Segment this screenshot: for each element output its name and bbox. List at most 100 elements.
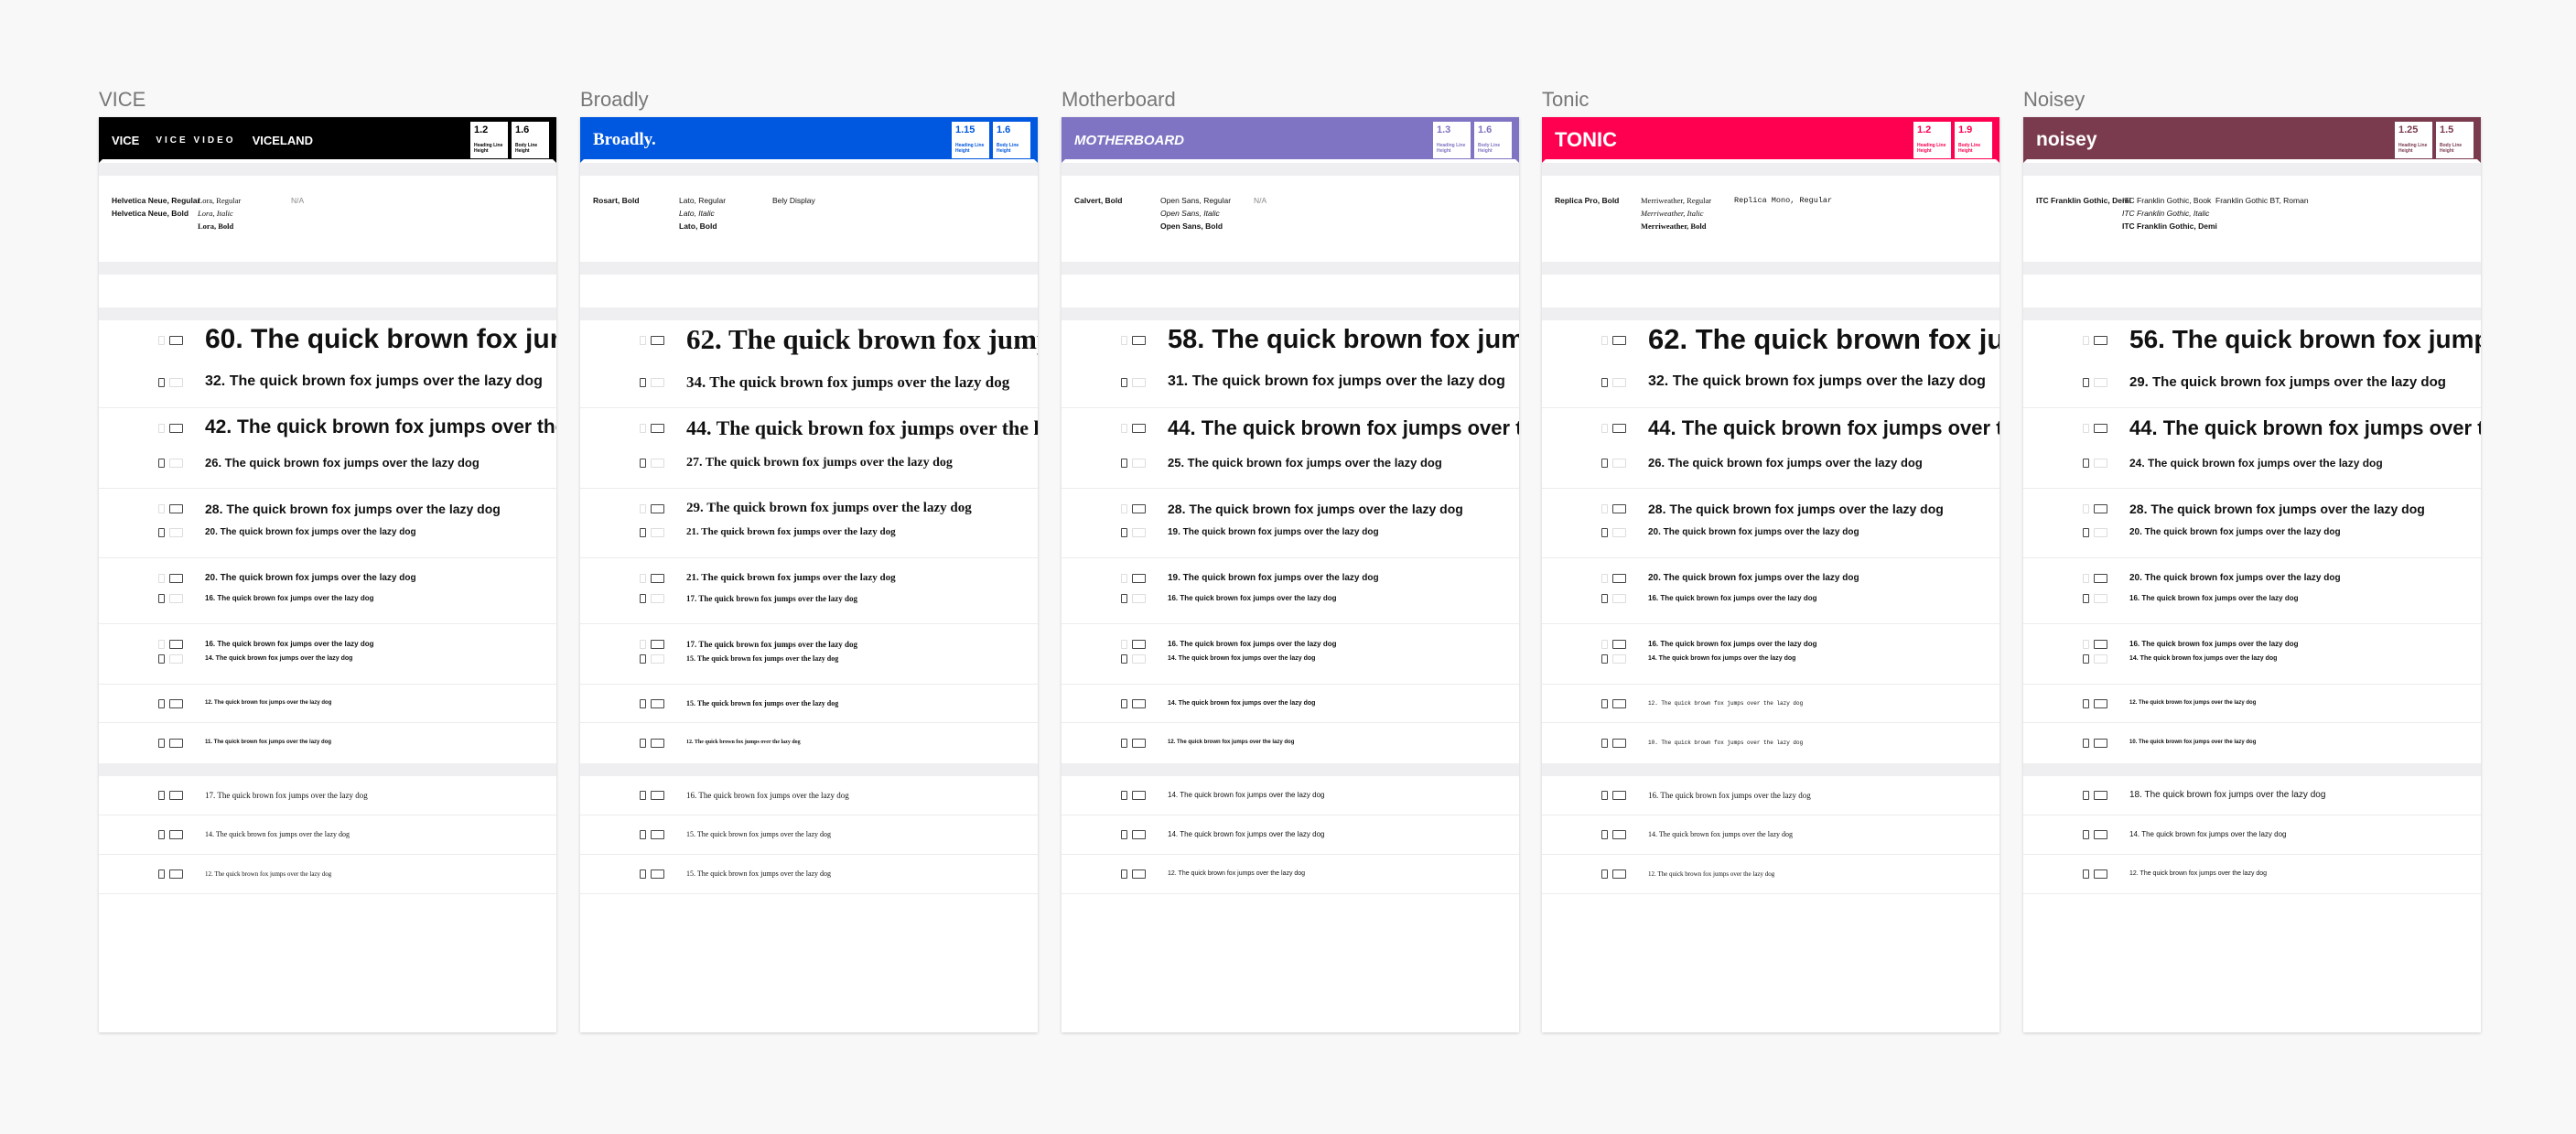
laptop-icon [651, 869, 664, 879]
font-family-name: Bely Display [772, 196, 815, 205]
heading-size-group: 21. The quick brown fox jumps over the l… [580, 558, 1038, 624]
heading-sample-row: 10. The quick brown fox jumps over the l… [2023, 732, 2481, 754]
body-sample-text: 14. The quick brown fox jumps over the l… [1168, 830, 1325, 839]
artboard-canvas: VICE VICE VICE VIDEO VICELAND 1.2 Heading Lin… [0, 0, 2576, 1134]
laptop-icon [2094, 739, 2107, 748]
body-sample-row: 14. The quick brown fox jumps over the l… [99, 824, 556, 846]
section-header-font-families [580, 163, 1038, 176]
laptop-icon [2094, 504, 2107, 513]
heading-sample-text: 14. The quick brown fox jumps over the l… [2129, 654, 2278, 662]
heading-sample-row: 25. The quick brown fox jumps over the l… [1062, 452, 1519, 474]
heading-sample-row: 44. The quick brown fox jumps over the l… [1062, 416, 1519, 439]
type-spec-card-tonic: TONIC 1.2 Heading Line Height 1.9 Body Line … [1542, 117, 1999, 1032]
metric-value: 1.3 [1437, 124, 1451, 135]
body-size-group: 14. The quick brown fox jumps over the l… [1062, 776, 1519, 815]
heading-size-group: 16. The quick brown fox jumps over the l… [99, 624, 556, 685]
brand-banner: Broadly. 1.15 Heading Line Height 1.6 Body L… [580, 117, 1038, 163]
body-sample-text: 16. The quick brown fox jumps over the l… [686, 790, 849, 800]
laptop-icon [169, 739, 183, 748]
body-sample-row: 14. The quick brown fox jumps over the l… [1062, 824, 1519, 846]
font-colors-section [1542, 275, 1999, 308]
heading-sample-row: 12. The quick brown fox jumps over the l… [580, 732, 1038, 754]
phone-icon [2083, 739, 2089, 748]
body-sample-text: 14. The quick brown fox jumps over the l… [1648, 830, 1794, 839]
line-height-metric: 1.6 Body Line Height [993, 122, 1030, 158]
phone-icon [1601, 504, 1608, 513]
heading-sample-text: 42. The quick brown fox jumps over the l… [205, 416, 556, 438]
phone-icon [1601, 869, 1608, 879]
phone-icon [1601, 594, 1608, 603]
heading-sample-text: 14. The quick brown fox jumps over the l… [1648, 654, 1796, 662]
laptop-icon [169, 654, 183, 664]
metric-label: Heading Line Height [955, 143, 985, 154]
laptop-icon [1612, 830, 1626, 839]
laptop-icon [1132, 594, 1146, 603]
phone-icon [2083, 830, 2089, 839]
heading-sample-text: 58. The quick brown fox jumps over the l… [1168, 324, 1519, 354]
phone-icon [1121, 594, 1127, 603]
heading-sample-text: 16. The quick brown fox jumps over the l… [2129, 640, 2299, 649]
heading-sample-text: 12. The quick brown fox jumps over the l… [1648, 700, 1804, 707]
heading-sample-row: 10. The quick brown fox jumps over the l… [1542, 732, 1999, 754]
phone-icon [1121, 739, 1127, 748]
metric-value: 1.2 [1917, 124, 1932, 135]
heading-sample-row: 60. The quick brown fox jumps over the l… [99, 324, 556, 354]
body-size-group: 14. The quick brown fox jumps over the l… [2023, 815, 2481, 855]
frame-label-broadly[interactable]: Broadly [580, 88, 649, 112]
phone-icon [640, 699, 646, 708]
section-header-headings [580, 308, 1038, 320]
heading-sample-text: 20. The quick brown fox jumps over the l… [1648, 573, 1859, 583]
heading-size-group: 20. The quick brown fox jumps over the l… [2023, 558, 2481, 624]
heading-sample-row: 15. The quick brown fox jumps over the l… [580, 648, 1038, 670]
heading-sample-text: 29. The quick brown fox jumps over the l… [686, 501, 972, 515]
brand-logo: VICELAND [252, 133, 314, 147]
phone-icon [1601, 424, 1608, 433]
heading-sample-text: 16. The quick brown fox jumps over the l… [1168, 594, 1337, 603]
laptop-icon [651, 574, 664, 583]
heading-sample-text: 14. The quick brown fox jumps over the l… [1168, 699, 1316, 707]
metric-value: 1.25 [2398, 124, 2419, 135]
frame-label-tonic[interactable]: Tonic [1542, 88, 1589, 112]
section-header-font-colors [2023, 262, 2481, 275]
laptop-icon [2094, 869, 2107, 879]
frame-label-vice[interactable]: VICE [99, 88, 146, 112]
phone-icon [640, 336, 646, 345]
brand-logo: MOTHERBOARD [1074, 132, 1184, 148]
laptop-icon [1612, 459, 1626, 468]
heading-sample-text: 19. The quick brown fox jumps over the l… [1168, 527, 1379, 537]
frame-label-motherboard[interactable]: Motherboard [1062, 88, 1176, 112]
font-family-column-ui: Replica Mono, Regular [1734, 194, 1832, 207]
phone-icon [1601, 699, 1608, 708]
heading-sample-text: 44. The quick brown fox jumps over the l… [1648, 416, 1999, 439]
body-sample-row: 14. The quick brown fox jumps over the l… [1062, 784, 1519, 806]
font-family-column-body: Merriweather, Regular Merriweather, Itali… [1641, 194, 1711, 232]
line-height-metric: 1.25 Heading Line Height [2395, 122, 2432, 158]
section-header-font-colors [1062, 262, 1519, 275]
metric-value: 1.6 [1478, 124, 1493, 135]
phone-icon [1121, 424, 1127, 433]
heading-sample-text: 16. The quick brown fox jumps over the l… [1648, 594, 1817, 603]
laptop-icon [1612, 699, 1626, 708]
frame-label-noisey[interactable]: Noisey [2023, 88, 2085, 112]
laptop-icon [169, 791, 183, 800]
heading-sample-row: 20. The quick brown fox jumps over the l… [1542, 522, 1999, 544]
heading-sample-row: 44. The quick brown fox jumps over the l… [580, 416, 1038, 439]
laptop-icon [1132, 574, 1146, 583]
heading-sample-text: 16. The quick brown fox jumps over the l… [205, 594, 374, 603]
laptop-icon [651, 699, 664, 708]
font-family-column-body: Lato, Regular Lato, Italic Lato, Bold [679, 194, 726, 232]
phone-icon [1601, 528, 1608, 537]
phone-icon [640, 869, 646, 879]
phone-icon [1121, 528, 1127, 537]
section-header-body [99, 763, 556, 776]
phone-icon [158, 504, 165, 513]
font-family-name: Calvert, Bold [1074, 196, 1123, 205]
heading-sample-row: 14. The quick brown fox jumps over the l… [1542, 648, 1999, 670]
laptop-icon [1132, 378, 1146, 387]
laptop-icon [1612, 869, 1626, 879]
heading-sample-text: 11. The quick brown fox jumps over the l… [205, 740, 332, 746]
section-header-font-colors [1542, 262, 1999, 275]
body-sample-row: 16. The quick brown fox jumps over the l… [1542, 784, 1999, 806]
body-sample-text: 12. The quick brown fox jumps over the l… [2129, 869, 2268, 877]
font-family-name: Lato, Bold [679, 221, 717, 231]
